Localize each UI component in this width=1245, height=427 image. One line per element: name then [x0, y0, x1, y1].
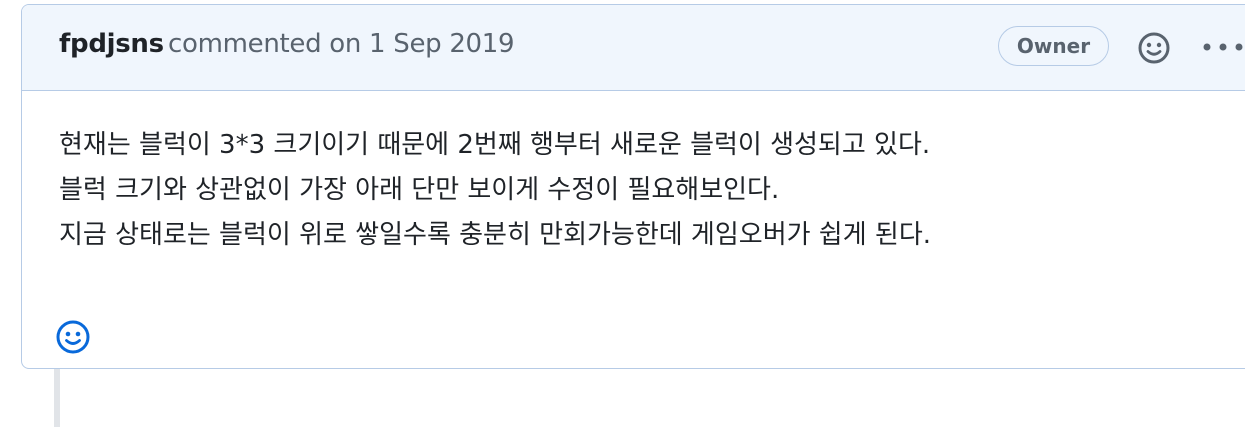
smiley-icon[interactable] [1137, 31, 1171, 65]
comment-author[interactable]: fpdjsns [59, 29, 164, 59]
comment-line: 블럭 크기와 상관없이 가장 아래 단만 보이게 수정이 필요해보인다. [59, 175, 780, 205]
comment-body: 현재는 블럭이 3*3 크기이기 때문에 2번째 행부터 새로운 블럭이 생성되… [59, 123, 1240, 258]
kebab-horizontal-icon[interactable] [1198, 27, 1245, 67]
comment-line: 현재는 블럭이 3*3 크기이기 때문에 2번째 행부터 새로운 블럭이 생성되… [59, 130, 931, 160]
comment-meta[interactable]: commented on 1 Sep 2019 [168, 29, 515, 59]
comment-line: 지금 상태로는 블럭이 위로 쌓일수록 충분히 만회가능한데 게임오버가 쉽게 … [59, 220, 932, 250]
add-reaction-smiley-icon[interactable] [55, 319, 91, 355]
timeline-connector [54, 369, 60, 427]
comment-card: fpdjsns commented on 1 Sep 2019 Owner 현재… [21, 4, 1245, 369]
comment-header: fpdjsns commented on 1 Sep 2019 Owner [22, 5, 1245, 91]
owner-badge: Owner [998, 26, 1109, 66]
